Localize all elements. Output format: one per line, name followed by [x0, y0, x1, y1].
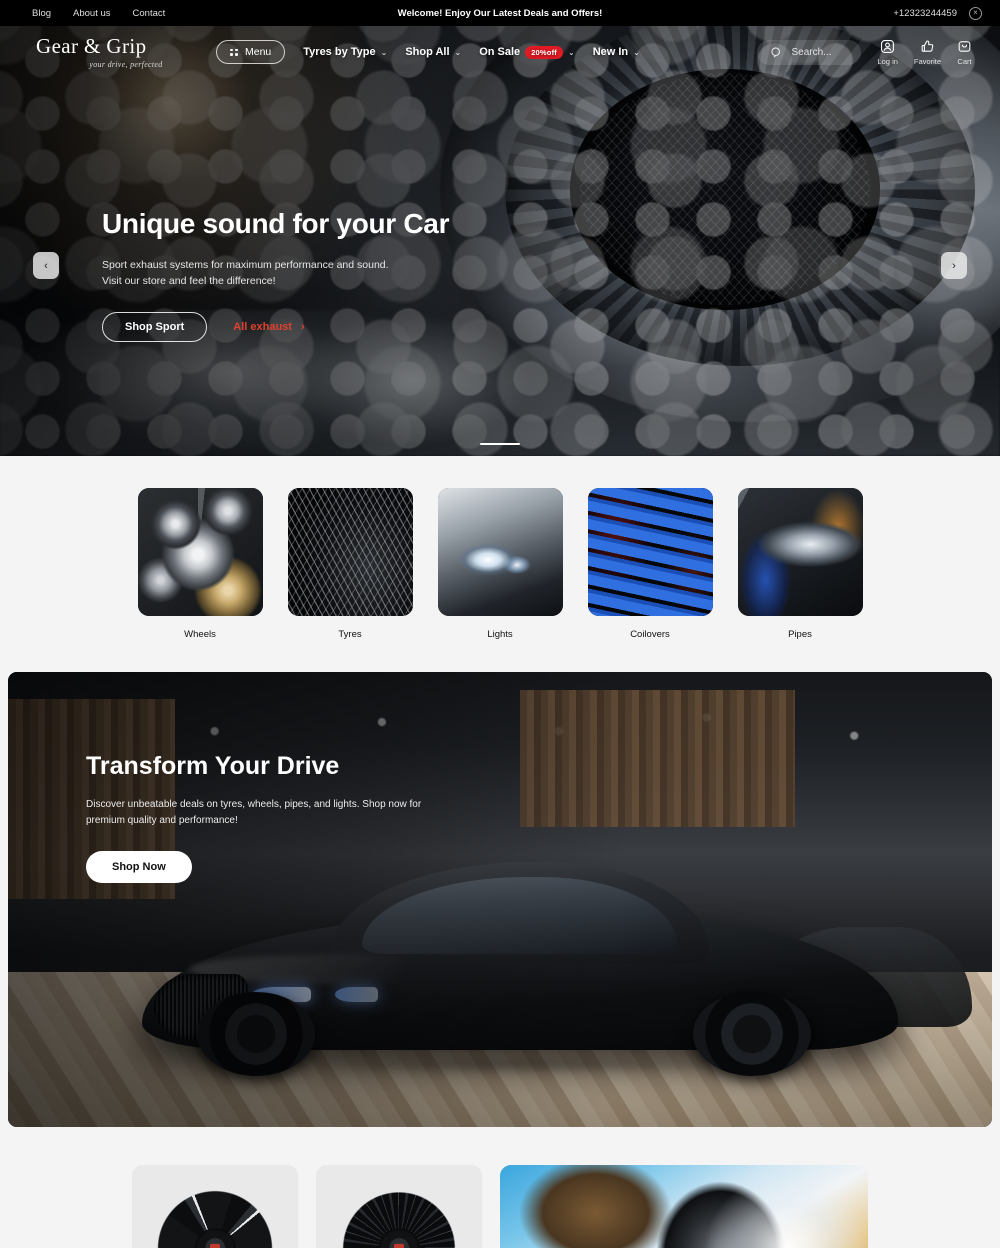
search-placeholder: Search...: [791, 46, 832, 58]
category-item-pipes[interactable]: Pipes: [737, 488, 863, 640]
logo-tagline: your drive, perfected: [89, 59, 163, 69]
hero-actions: Shop Sport All exhaust ›: [102, 311, 532, 342]
category-label: Pipes: [788, 629, 812, 640]
topbar-right: +12323244459 ×: [893, 6, 988, 20]
cart-label: Cart: [957, 56, 972, 66]
login-button[interactable]: Log in: [877, 39, 898, 66]
carousel-prev-button[interactable]: ‹: [33, 252, 59, 279]
phone-number[interactable]: +12323244459: [893, 8, 957, 19]
hero-subtitle: Sport exhaust systems for maximum perfor…: [102, 257, 532, 290]
search-input[interactable]: Search...: [757, 39, 862, 65]
product-card-black-multi-spoke-wheel[interactable]: [316, 1165, 482, 1248]
promo-section: Transform Your Drive Discover unbeatable…: [0, 668, 1000, 1127]
hero-title: Unique sound for your Car: [102, 208, 450, 239]
category-item-wheels[interactable]: Wheels: [137, 488, 263, 640]
promo-banner: Transform Your Drive Discover unbeatable…: [8, 672, 992, 1127]
topbar-link-blog[interactable]: Blog: [32, 8, 51, 19]
chevron-right-icon: ›: [300, 320, 305, 333]
favorite-button[interactable]: Favorite: [914, 39, 941, 66]
announcement-bar: Blog About us Contact Welcome! Enjoy Our…: [0, 0, 1000, 26]
login-label: Log in: [877, 56, 898, 66]
hero-content: Unique sound for your Car Sport exhaust …: [102, 208, 532, 342]
main-navigation: Gear & Grip your drive, perfected Menu T…: [0, 26, 1000, 78]
category-thumbnail: [137, 488, 263, 616]
hero-subtitle-line-2: Visit our store and feel the difference!: [102, 275, 276, 288]
category-thumbnail: [587, 488, 713, 616]
thumbs-up-icon: [921, 40, 934, 52]
promo-background-image: [8, 672, 992, 1127]
chevron-down-icon: ⌄: [380, 47, 388, 57]
hero-subtitle-line-1: Sport exhaust systems for maximum perfor…: [102, 259, 389, 271]
product-card-black-5-spoke-wheel[interactable]: [132, 1165, 298, 1248]
logo-text: Gear & Grip: [36, 33, 147, 58]
hero-carousel: Gear & Grip your drive, perfected Menu T…: [0, 26, 1000, 456]
product-card-row: [0, 1127, 1000, 1248]
grid-dots-icon: [230, 48, 238, 56]
nav-item-shop-all[interactable]: Shop All ⌄: [405, 46, 461, 58]
shopping-bag-icon: [958, 40, 971, 52]
nav-item-label: Tyres by Type: [303, 46, 376, 58]
category-label: Wheels: [184, 629, 216, 640]
category-label: Coilovers: [630, 629, 670, 640]
shop-now-button[interactable]: Shop Now: [86, 851, 192, 883]
promo-subtitle: Discover unbeatable deals on tyres, whee…: [86, 797, 446, 829]
carousel-pagination-dot[interactable]: [480, 442, 520, 445]
nav-actions: Search... Log in Favorite Cart: [757, 39, 984, 66]
promo-subtitle-line-2: premium quality and performance!: [86, 815, 238, 826]
category-thumbnail: [437, 488, 563, 616]
carousel-pagination: [0, 442, 1000, 445]
promo-title: Transform Your Drive: [86, 752, 340, 780]
site-logo[interactable]: Gear & Grip your drive, perfected: [16, 33, 216, 69]
topbar-link-contact[interactable]: Contact: [133, 8, 166, 19]
all-exhaust-link[interactable]: All exhaust ›: [233, 321, 304, 333]
nav-item-label: Shop All: [405, 46, 450, 58]
sale-discount-badge: 20%off: [525, 45, 563, 59]
category-thumbnail: [737, 488, 863, 616]
category-item-lights[interactable]: Lights: [437, 488, 563, 640]
nav-item-label: On Sale: [479, 46, 521, 58]
all-exhaust-label: All exhaust: [233, 320, 292, 333]
close-icon[interactable]: ×: [969, 6, 982, 20]
category-label: Lights: [487, 629, 513, 640]
nav-item-on-sale[interactable]: On Sale 20%off ⌄: [479, 45, 575, 59]
category-item-coilovers[interactable]: Coilovers: [587, 488, 713, 640]
nav-item-new-in[interactable]: New In ⌄: [593, 46, 640, 58]
user-account-icon: [881, 39, 895, 53]
chevron-down-icon: ⌄: [454, 47, 462, 57]
category-label: Tyres: [338, 629, 362, 640]
favorite-label: Favorite: [913, 56, 941, 66]
chevron-down-icon: ⌄: [567, 47, 575, 57]
carousel-next-button[interactable]: ›: [941, 252, 967, 279]
topbar-link-about-us[interactable]: About us: [73, 8, 111, 19]
menu-button[interactable]: Menu: [216, 40, 286, 64]
shop-sport-button[interactable]: Shop Sport: [102, 311, 208, 342]
promo-content: Transform Your Drive Discover unbeatable…: [86, 752, 446, 883]
promo-subtitle-line-1: Discover unbeatable deals on tyres, whee…: [86, 799, 422, 810]
search-icon: [771, 46, 781, 58]
nav-item-label: New In: [592, 46, 629, 58]
category-item-tyres[interactable]: Tyres: [287, 488, 413, 640]
menu-button-label: Menu: [245, 46, 272, 58]
category-strip: Wheels Tyres Lights Coilovers Pipes: [0, 456, 1000, 668]
chevron-down-icon: ⌄: [633, 47, 640, 57]
product-card-tyre-on-car-outdoor[interactable]: [500, 1165, 868, 1248]
nav-item-tyres-by-type[interactable]: Tyres by Type ⌄: [303, 46, 387, 58]
topbar-links: Blog About us Contact: [12, 8, 165, 19]
category-thumbnail: [287, 488, 413, 616]
nav-links: Menu Tyres by Type ⌄ Shop All ⌄ On Sale …: [216, 40, 757, 64]
cart-button[interactable]: Cart: [957, 39, 972, 66]
